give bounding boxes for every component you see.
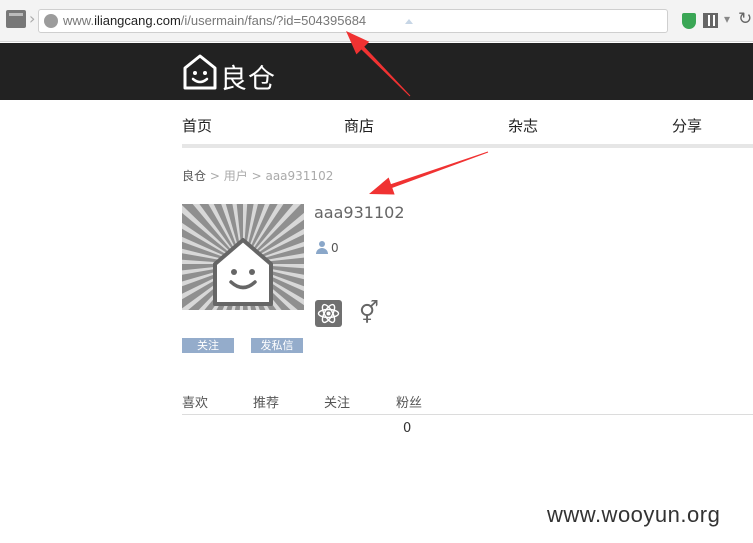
url-host: iliangcang.com bbox=[94, 13, 181, 28]
breadcrumb-section[interactable]: 用户 bbox=[224, 169, 248, 183]
nav-item-home[interactable]: 首页 bbox=[182, 115, 212, 136]
breadcrumb-home[interactable]: 良仓 bbox=[182, 169, 206, 183]
breadcrumb-separator: > bbox=[209, 169, 220, 183]
browser-address-bar: › www.iliangcang.com/i/usermain/fans/?id… bbox=[0, 0, 753, 42]
tab-fans[interactable]: 粉丝 bbox=[396, 392, 422, 411]
chevron-right-icon: › bbox=[29, 9, 36, 28]
watermark-text: www.wooyun.org bbox=[547, 502, 721, 527]
site-logo[interactable]: 良仓 bbox=[182, 53, 292, 95]
dropdown-arrow-icon[interactable]: ▾ bbox=[724, 12, 730, 26]
breadcrumb-current: aaa931102 bbox=[265, 169, 334, 183]
nav-item-share[interactable]: 分享 bbox=[672, 115, 702, 136]
active-tab-indicator bbox=[405, 19, 413, 24]
user-icon bbox=[316, 241, 328, 254]
breadcrumb: 良仓 > 用户 > aaa931102 bbox=[182, 167, 333, 184]
tab-recommend[interactable]: 推荐 bbox=[253, 392, 279, 411]
main-nav: 首页 商店 杂志 分享 bbox=[182, 100, 753, 148]
send-message-button[interactable]: 发私信 bbox=[251, 338, 303, 353]
nav-item-magazine[interactable]: 杂志 bbox=[508, 115, 538, 136]
nav-item-shop[interactable]: 商店 bbox=[344, 115, 374, 136]
fans-count: 0 bbox=[316, 241, 339, 255]
url-text: www.iliangcang.com/i/usermain/fans/?id=5… bbox=[63, 13, 366, 28]
shield-icon[interactable] bbox=[682, 13, 696, 29]
default-avatar-image bbox=[182, 204, 304, 310]
fans-count-value: 0 bbox=[331, 241, 339, 255]
avatar[interactable] bbox=[182, 204, 304, 310]
fans-tab-count: 0 bbox=[403, 421, 412, 436]
profile-tabs: 喜欢 推荐 关注 粉丝 bbox=[182, 390, 753, 415]
reload-icon[interactable]: ↻ bbox=[738, 9, 752, 29]
url-input[interactable]: www.iliangcang.com/i/usermain/fans/?id=5… bbox=[38, 9, 668, 33]
tab-menu-icon[interactable] bbox=[6, 10, 26, 28]
logo-text: 良仓 bbox=[220, 64, 276, 95]
qr-code-icon[interactable] bbox=[703, 13, 718, 28]
tab-likes[interactable]: 喜欢 bbox=[182, 392, 208, 411]
globe-icon bbox=[44, 14, 58, 28]
follow-button[interactable]: 关注 bbox=[182, 338, 234, 353]
house-smile-icon bbox=[183, 54, 217, 90]
site-header: 良仓 bbox=[0, 43, 753, 100]
profile-username: aaa931102 bbox=[314, 203, 405, 222]
breadcrumb-separator: > bbox=[251, 169, 262, 183]
url-prefix: www. bbox=[63, 13, 95, 28]
gender-icon: ⚥ bbox=[359, 301, 379, 326]
tab-following[interactable]: 关注 bbox=[324, 392, 350, 411]
arrow-to-username bbox=[369, 151, 489, 195]
atom-icon bbox=[315, 300, 342, 327]
url-path: /i/usermain/fans/?id=504395684 bbox=[180, 13, 367, 28]
